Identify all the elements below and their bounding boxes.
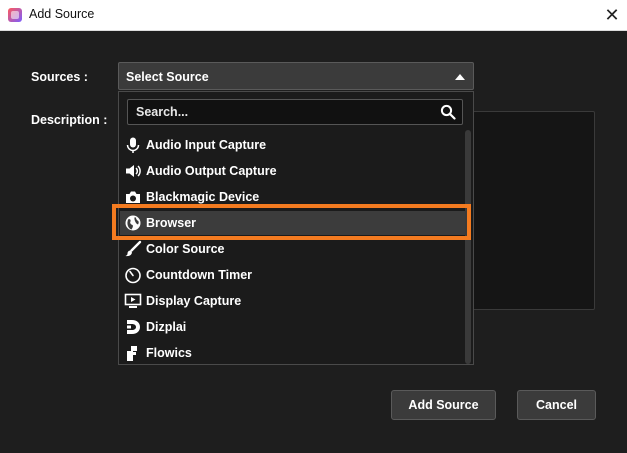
chevron-up-icon <box>455 74 465 80</box>
description-field[interactable] <box>472 111 595 310</box>
window-title: Add Source <box>29 7 95 21</box>
list-item-label: Blackmagic Device <box>146 190 260 204</box>
list-item-dizplai[interactable]: Dizplai <box>120 315 465 339</box>
list-item-label: Color Source <box>146 242 225 256</box>
monitor-icon <box>124 293 142 308</box>
list-item-label: Audio Output Capture <box>146 164 277 178</box>
source-select[interactable]: Select Source <box>118 62 474 90</box>
list-item-browser[interactable]: Browser <box>120 211 465 235</box>
cancel-button[interactable]: Cancel <box>517 390 596 420</box>
add-source-button[interactable]: Add Source <box>391 390 496 420</box>
list-item-label: Audio Input Capture <box>146 138 267 152</box>
description-label: Description : <box>31 113 108 127</box>
app-logo-icon <box>8 8 22 22</box>
timer-icon <box>125 267 141 284</box>
search-icon[interactable] <box>440 104 456 120</box>
close-button[interactable]: ✕ <box>597 0 627 30</box>
list-item-audio-output-capture[interactable]: Audio Output Capture <box>120 159 465 183</box>
camera-icon <box>126 191 140 203</box>
list-item-label: Dizplai <box>146 320 187 334</box>
sources-label: Sources : <box>31 70 88 84</box>
list-item-blackmagic-device[interactable]: Blackmagic Device <box>120 185 465 209</box>
globe-icon <box>125 215 141 231</box>
list-item-audio-input-capture[interactable]: Audio Input Capture <box>120 133 465 157</box>
search-box <box>127 99 463 125</box>
list-item-label: Browser <box>146 216 197 230</box>
source-select-value: Select Source <box>126 70 209 84</box>
flowics-icon <box>127 346 137 361</box>
list-item-countdown-timer[interactable]: Countdown Timer <box>120 263 465 287</box>
list-item-flowics[interactable]: Flowics <box>120 341 465 365</box>
list-item-color-source[interactable]: Color Source <box>120 237 465 261</box>
list-item-label: Display Capture <box>146 294 242 308</box>
dizplai-icon <box>127 320 140 334</box>
list-item-label: Countdown Timer <box>146 268 253 282</box>
microphone-icon <box>126 137 140 153</box>
speaker-icon <box>126 165 141 177</box>
list-item-display-capture[interactable]: Display Capture <box>120 289 465 313</box>
dropdown-scrollbar[interactable] <box>465 130 471 364</box>
source-dropdown-list: Audio Input Capture Audio Output Capture… <box>118 91 474 365</box>
list-item-label: Flowics <box>146 346 192 360</box>
search-input[interactable] <box>128 100 428 124</box>
brush-icon <box>125 240 142 257</box>
title-bar: Add Source ✕ <box>0 0 627 31</box>
